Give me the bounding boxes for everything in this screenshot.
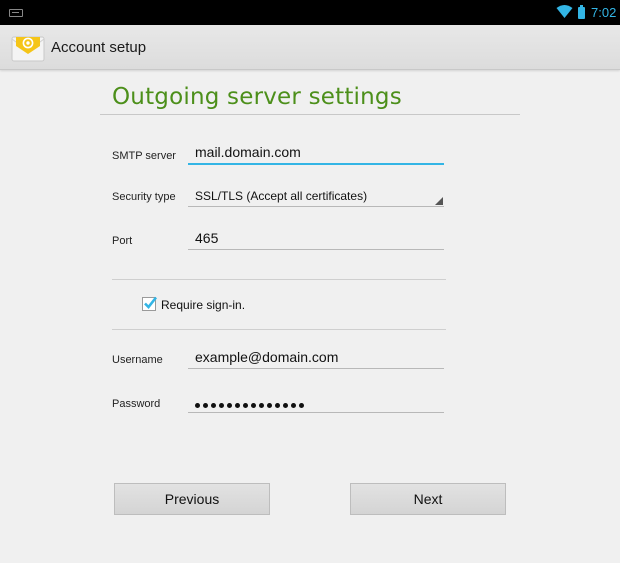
username-label: Username <box>112 354 163 366</box>
password-dot <box>243 403 248 408</box>
port-input[interactable]: 465 <box>188 228 444 250</box>
checkmark-icon <box>144 296 158 309</box>
password-dot <box>275 403 280 408</box>
wifi-icon <box>556 5 573 18</box>
port-value: 465 <box>195 230 219 246</box>
password-dot <box>291 403 296 408</box>
action-bar: Account setup <box>0 25 620 70</box>
password-dot <box>251 403 256 408</box>
password-dot <box>299 403 304 408</box>
status-time: 7:02 <box>591 5 617 20</box>
security-type-label: Security type <box>112 191 176 203</box>
password-dot <box>235 403 240 408</box>
previous-button[interactable]: Previous <box>114 483 270 515</box>
port-label: Port <box>112 235 133 247</box>
heading-divider <box>100 114 520 115</box>
notification-icon <box>9 9 23 17</box>
status-bar: 7:02 <box>0 0 620 25</box>
username-value: example@domain.com <box>195 349 339 365</box>
require-signin-label[interactable]: Require sign-in. <box>161 298 245 312</box>
password-dot <box>203 403 208 408</box>
username-input[interactable]: example@domain.com <box>188 347 444 369</box>
email-app-icon <box>11 36 45 62</box>
require-signin-checkbox[interactable] <box>142 296 158 311</box>
password-dot <box>219 403 224 408</box>
battery-icon <box>578 5 585 19</box>
action-bar-title: Account setup <box>51 39 147 56</box>
password-dot <box>211 403 216 408</box>
smtp-server-input[interactable]: mail.domain.com <box>188 143 444 165</box>
security-type-select[interactable]: SSL/TLS (Accept all certificates) <box>188 185 444 207</box>
password-dot <box>283 403 288 408</box>
password-dot <box>267 403 272 408</box>
password-mask <box>195 403 304 408</box>
smtp-server-label: SMTP server <box>112 150 176 162</box>
password-label: Password <box>112 398 161 410</box>
security-type-value: SSL/TLS (Accept all certificates) <box>195 189 368 203</box>
page-title: Outgoing server settings <box>112 84 402 110</box>
password-input[interactable] <box>188 391 444 413</box>
smtp-server-value: mail.domain.com <box>195 144 301 160</box>
next-button[interactable]: Next <box>350 483 506 515</box>
dropdown-arrow-icon <box>435 197 443 205</box>
password-dot <box>195 403 200 408</box>
section-divider <box>112 329 446 330</box>
section-divider <box>112 279 446 280</box>
password-dot <box>259 403 264 408</box>
password-dot <box>227 403 232 408</box>
